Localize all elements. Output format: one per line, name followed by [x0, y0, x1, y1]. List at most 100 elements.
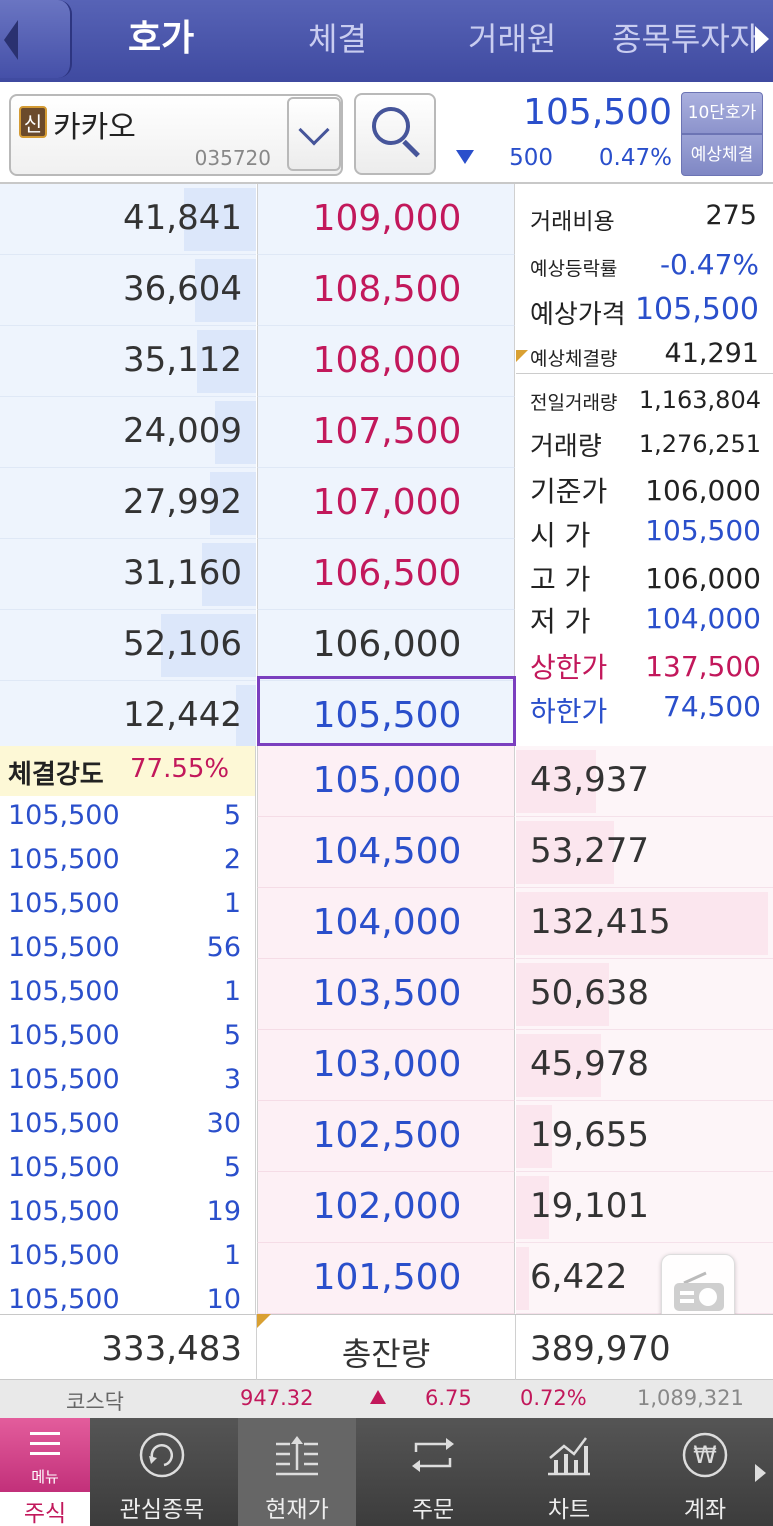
bid-volume-cell[interactable]: 45,978 — [516, 1030, 773, 1101]
bid-volume-cell[interactable]: 19,101 — [516, 1172, 773, 1243]
total-remaining-label: 총잔량 — [341, 1335, 431, 1373]
tab-broker[interactable]: 거래원 — [468, 14, 556, 64]
prev-volume-value: 1,163,804 — [638, 386, 761, 414]
ask-price-cell[interactable]: 109,000 — [257, 184, 515, 255]
bid-price-cell[interactable]: 102,000 — [257, 1172, 515, 1243]
bid-volume-bar — [516, 1247, 529, 1310]
back-button[interactable] — [0, 0, 72, 78]
high-price-value: 106,000 — [645, 562, 761, 595]
ask-price-cell[interactable]: 108,500 — [257, 255, 515, 326]
trade-price: 105,500 — [8, 976, 120, 1007]
ask-price: 107,500 — [312, 411, 462, 452]
trade-quantity: 30 — [206, 1108, 241, 1139]
corner-marker-icon — [257, 1314, 271, 1328]
total-bid-volume: 389,970 — [530, 1329, 671, 1369]
bid-price-cell[interactable]: 103,000 — [257, 1030, 515, 1101]
bid-volume: 43,937 — [530, 760, 649, 800]
ask-volume-cell[interactable]: 35,112 — [0, 326, 256, 397]
trade-price: 105,500 — [8, 932, 120, 963]
stock-code: 035720 — [194, 146, 271, 170]
bid-volume-cell[interactable]: 50,638 — [516, 959, 773, 1030]
bid-volume-cell[interactable]: 132,415 — [516, 888, 773, 959]
ask-volume-cell[interactable]: 27,992 — [0, 468, 256, 539]
bid-volume-cell[interactable]: 43,937 — [516, 746, 773, 817]
ask-volume-cell[interactable]: 52,106 — [0, 610, 256, 681]
trade-quantity: 19 — [206, 1196, 241, 1227]
lower-limit-label: 하한가 — [530, 695, 608, 728]
ask-volume-cell[interactable]: 31,160 — [0, 539, 256, 610]
bid-volume: 53,277 — [530, 831, 649, 871]
trade-quantity: 1 — [223, 888, 241, 919]
trade-price: 105,500 — [8, 1020, 120, 1051]
price-change: 500 — [509, 145, 553, 171]
bid-price-cell[interactable]: 104,000 — [257, 888, 515, 959]
tab-investor[interactable]: 종목투자자 — [612, 14, 759, 64]
trade-price: 105,500 — [8, 888, 120, 919]
expected-execution-button[interactable]: 예상체결 — [681, 134, 763, 176]
expected-volume-value: 41,291 — [664, 338, 759, 369]
ask-price-cell[interactable]: 107,000 — [257, 468, 515, 539]
current-price-highlight — [257, 676, 516, 746]
base-price-label: 기준가 — [530, 475, 608, 508]
market-change: 6.75 — [425, 1386, 472, 1410]
ask-volume-cell[interactable]: 36,604 — [0, 255, 256, 326]
trade-quantity: 2 — [223, 844, 241, 875]
ask-volume: 41,841 — [123, 198, 242, 238]
bid-price: 102,000 — [312, 1186, 462, 1227]
bid-volume-cell[interactable]: 53,277 — [516, 817, 773, 888]
ask-volume: 52,106 — [123, 624, 242, 664]
base-price-value: 106,000 — [645, 474, 761, 507]
market-rate: 0.72% — [520, 1386, 587, 1410]
ask-price-cell[interactable]: 106,000 — [257, 610, 515, 681]
ten-level-quote-button[interactable]: 10단호가 — [681, 92, 763, 134]
ask-volume-cell[interactable]: 12,442 — [0, 681, 256, 752]
bid-price-cell[interactable]: 102,500 — [257, 1101, 515, 1172]
recent-trades-list[interactable]: 체결강도 77.55% 105,500 5 105,500 2 105,500 1 105,… — [0, 746, 256, 1314]
open-price-value: 105,500 — [645, 514, 761, 547]
ask-price: 108,500 — [312, 269, 462, 310]
nav-current-price[interactable]: 현재가 — [238, 1418, 356, 1526]
bid-price-cell[interactable]: 104,500 — [257, 817, 515, 888]
trade-quantity: 10 — [206, 1284, 241, 1314]
bid-volume-cell[interactable]: 19,655 — [516, 1101, 773, 1172]
ask-price-cell[interactable]: 108,000 — [257, 326, 515, 397]
ask-price-cell[interactable]: 106,500 — [257, 539, 515, 610]
hamburger-icon-line — [30, 1452, 60, 1455]
tab-trades[interactable]: 체결 — [308, 14, 367, 64]
trade-quantity: 5 — [223, 1020, 241, 1051]
up-arrow-icon — [370, 1390, 386, 1404]
nav-scroll-right-icon[interactable] — [755, 1464, 766, 1482]
ask-price-cell[interactable]: 107,500 — [257, 397, 515, 468]
bid-price: 102,500 — [312, 1115, 462, 1156]
market-index-strip[interactable]: 코스닥 947.32 6.75 0.72% 1,089,321 — [0, 1380, 773, 1418]
ask-volume-cell[interactable]: 24,009 — [0, 397, 256, 468]
trade-price: 105,500 — [8, 1152, 120, 1183]
corner-marker-icon — [516, 350, 528, 362]
nav-chart[interactable]: 차트 — [510, 1418, 628, 1526]
search-button[interactable] — [354, 93, 436, 175]
nav-watchlist-label: 관심종목 — [119, 1497, 205, 1523]
ask-volume-cell[interactable]: 41,841 — [0, 184, 256, 255]
app-root: 호가 체결 거래원 종목투자자 신 카카오 035720 105,500 500… — [0, 0, 773, 1526]
tab-hoga[interactable]: 호가 — [128, 14, 194, 64]
bid-price-cell[interactable]: 101,500 — [257, 1243, 515, 1314]
nav-account[interactable]: ₩ 계좌 — [646, 1418, 764, 1526]
total-ask-volume: 333,483 — [101, 1329, 242, 1369]
bid-price-cell[interactable]: 105,000 — [257, 746, 515, 817]
bid-price: 104,500 — [312, 831, 462, 872]
menu-button[interactable]: 메뉴 주식 — [0, 1418, 90, 1526]
trade-strength-bar: 체결강도 77.55% — [0, 746, 255, 796]
nav-order[interactable]: 주문 — [374, 1418, 492, 1526]
bid-price-cell[interactable]: 103,500 — [257, 959, 515, 1030]
price-change-rate: 0.47% — [598, 145, 672, 171]
trade-price: 105,500 — [8, 844, 120, 875]
stock-dropdown-button[interactable] — [287, 97, 341, 171]
trade-price: 105,500 — [8, 1196, 120, 1227]
bottom-nav: 메뉴 주식 관심종목 현재가 주문 차트 ₩ 계좌 — [0, 1418, 773, 1526]
nav-watchlist[interactable]: 관심종목 — [103, 1418, 221, 1526]
credit-badge: 신 — [19, 106, 47, 138]
ask-volume: 31,160 — [123, 553, 242, 593]
high-price-label: 고 가 — [530, 563, 591, 596]
tab-scroll-right-icon[interactable] — [755, 26, 769, 52]
nav-current-price-label: 현재가 — [265, 1497, 329, 1523]
